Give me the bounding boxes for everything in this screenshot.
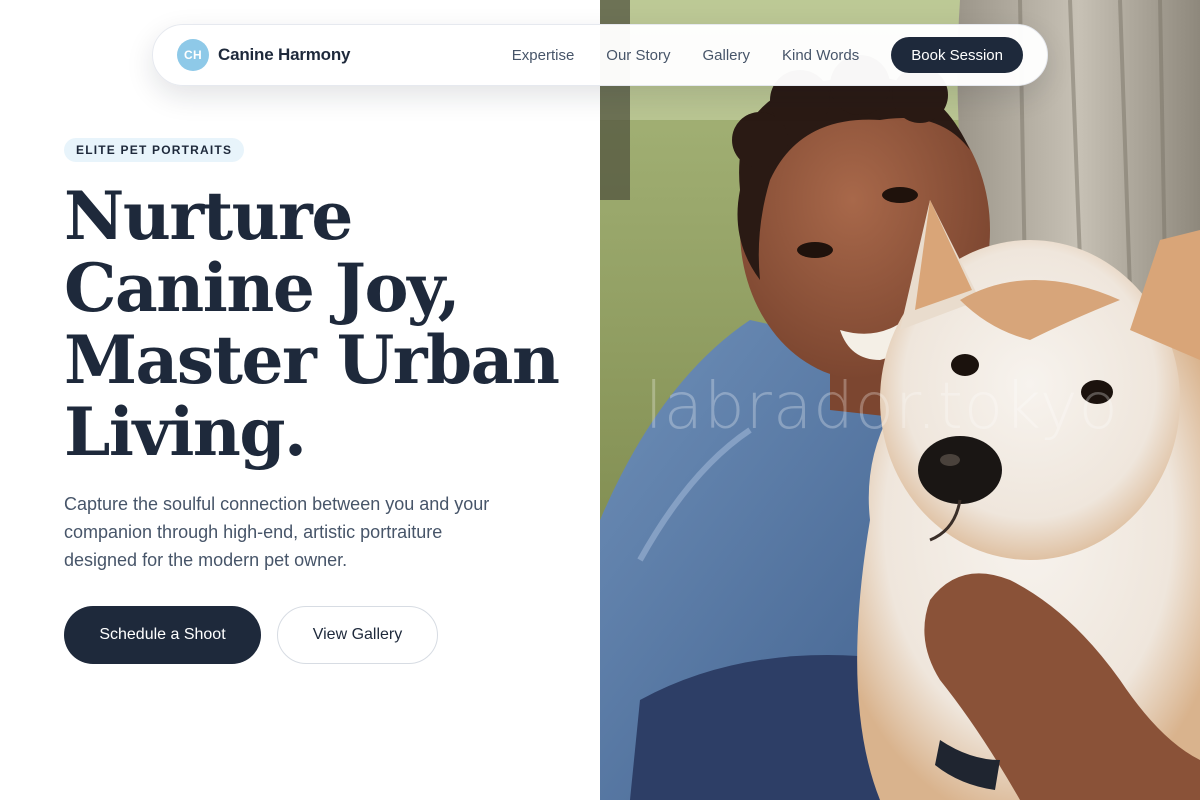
hero-headline-line-2: Canine Joy, [64, 249, 461, 327]
schedule-shoot-button[interactable]: Schedule a Shoot [64, 606, 261, 664]
hero-headline-line-1: Nurture [64, 177, 353, 255]
nav-link-our-story[interactable]: Our Story [606, 47, 670, 64]
hero-headline-line-3: Master Urban [64, 321, 560, 399]
hero-headline: Nurture Canine Joy, Master Urban Living. [64, 180, 564, 468]
brand[interactable]: CH Canine Harmony [177, 39, 350, 71]
view-gallery-button[interactable]: View Gallery [277, 606, 438, 664]
brand-logo-icon: CH [177, 39, 209, 71]
book-session-button[interactable]: Book Session [891, 37, 1023, 73]
photo-watermark: labrador.tokyo [645, 370, 1119, 444]
nav-link-kind-words[interactable]: Kind Words [782, 47, 859, 64]
hero-description: Capture the soulful connection between y… [64, 494, 490, 570]
nav-link-expertise[interactable]: Expertise [512, 47, 575, 64]
hero-headline-line-4: Living. [64, 393, 307, 471]
hero-badge: ELITE PET PORTRAITS [64, 138, 245, 162]
nav-link-gallery[interactable]: Gallery [702, 47, 750, 64]
nav-links: Expertise Our Story Gallery Kind Words B… [512, 37, 1023, 73]
hero-photo: labrador.tokyo [600, 0, 1200, 800]
brand-name: Canine Harmony [218, 45, 351, 64]
top-navigation: CH Canine Harmony Expertise Our Story Ga… [152, 24, 1048, 86]
